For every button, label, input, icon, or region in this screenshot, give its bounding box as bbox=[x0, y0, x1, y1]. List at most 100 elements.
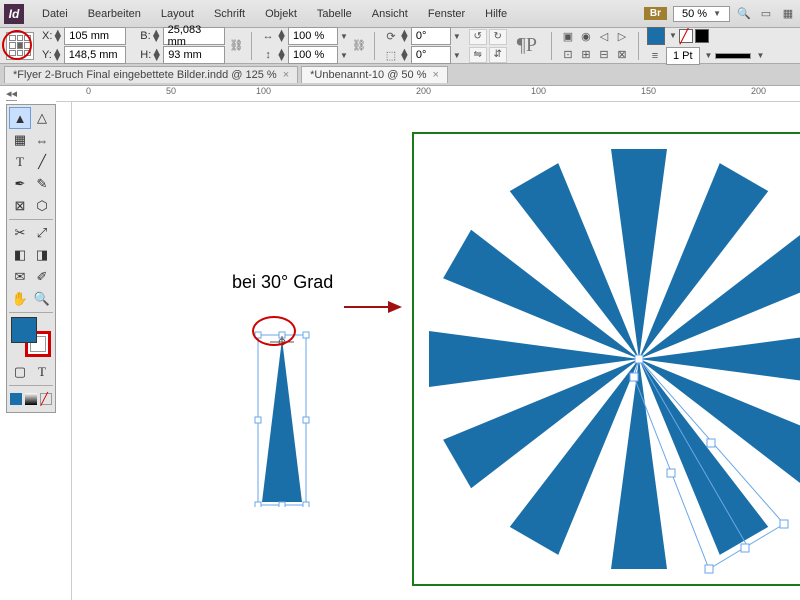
ruler-tick: 0 bbox=[86, 86, 91, 96]
arrow-icon bbox=[342, 297, 412, 317]
close-icon[interactable]: × bbox=[283, 69, 289, 81]
menu-bearbeiten[interactable]: Bearbeiten bbox=[78, 8, 151, 20]
zoom-tool[interactable]: 🔍 bbox=[31, 288, 53, 310]
arrange-icon[interactable]: ▦ bbox=[780, 6, 796, 22]
select-container-icon[interactable]: ▣ bbox=[560, 29, 576, 45]
x-label: X: bbox=[42, 30, 52, 42]
height-label: H: bbox=[140, 49, 151, 61]
y-field[interactable]: 148,5 mm bbox=[64, 46, 126, 64]
select-next-icon[interactable]: ▷ bbox=[614, 29, 630, 45]
gap-tool[interactable]: ⇔ bbox=[31, 129, 53, 151]
pencil-tool[interactable]: ✎ bbox=[31, 173, 53, 195]
app-logo: Id bbox=[4, 4, 24, 24]
fit-content-icon[interactable]: ⊡ bbox=[560, 47, 576, 63]
select-content-icon[interactable]: ◉ bbox=[578, 29, 594, 45]
rotate-field[interactable]: 0° bbox=[411, 27, 451, 45]
fill-proxy[interactable] bbox=[11, 317, 37, 343]
stroke-style-dropdown[interactable] bbox=[715, 53, 751, 59]
direct-selection-tool[interactable]: △ bbox=[31, 107, 53, 129]
stroke-weight-icon: ≡ bbox=[647, 48, 663, 64]
tab-label: *Flyer 2-Bruch Final eingebettete Bilder… bbox=[13, 69, 277, 81]
shear-icon: ⬚ bbox=[383, 47, 399, 63]
eyedropper-tool[interactable]: ✐ bbox=[31, 266, 53, 288]
ruler-tick: 100 bbox=[256, 86, 271, 96]
flip-horizontal-icon[interactable]: ⇋ bbox=[469, 47, 487, 63]
apply-none-icon[interactable]: ╱ bbox=[38, 388, 53, 410]
gradient-swatch-tool[interactable]: ◧ bbox=[9, 244, 31, 266]
ruler-tick: 100 bbox=[531, 86, 546, 96]
reference-point-picker[interactable] bbox=[6, 32, 34, 60]
fill-stroke-proxy[interactable] bbox=[11, 317, 51, 357]
constrain-wh-icon[interactable]: ⛓ bbox=[229, 39, 243, 52]
screen-mode-icon[interactable]: ▭ bbox=[758, 6, 774, 22]
rotate-cw-icon[interactable]: ↻ bbox=[489, 29, 507, 45]
annotation-circle bbox=[252, 316, 296, 346]
scale-y-icon: ↕ bbox=[260, 47, 276, 63]
apply-color-icon[interactable] bbox=[9, 388, 24, 410]
ruler-tick: 200 bbox=[416, 86, 431, 96]
chevron-down-icon: ▼ bbox=[713, 9, 721, 18]
tab-unbenannt[interactable]: *Unbenannt-10 @ 50 % × bbox=[301, 66, 448, 83]
menu-datei[interactable]: Datei bbox=[32, 8, 78, 20]
type-tool[interactable]: T bbox=[9, 151, 31, 173]
width-field[interactable]: 25,083 mm bbox=[163, 27, 225, 45]
y-label: Y: bbox=[42, 49, 52, 61]
paragraph-mode-icon[interactable]: ¶P bbox=[517, 34, 537, 57]
shear-field[interactable]: 0° bbox=[411, 46, 451, 64]
scale-x-icon: ↔ bbox=[260, 28, 276, 44]
height-field[interactable]: 93 mm bbox=[163, 46, 225, 64]
rotate-ccw-icon[interactable]: ↺ bbox=[469, 29, 487, 45]
triangle-object[interactable] bbox=[252, 327, 312, 507]
bridge-badge[interactable]: Br bbox=[644, 7, 667, 20]
vertical-ruler[interactable] bbox=[56, 102, 72, 600]
horizontal-ruler[interactable]: 0 50 100 200 100 150 200 bbox=[56, 86, 800, 102]
rectangle-tool[interactable]: ⬡ bbox=[31, 195, 53, 217]
none-swatch[interactable]: ╱ bbox=[679, 29, 693, 43]
stroke-weight-field[interactable]: 1 Pt bbox=[666, 47, 700, 65]
rotate-icon: ⟳ bbox=[383, 28, 399, 44]
flip-vertical-icon[interactable]: ⇵ bbox=[489, 47, 507, 63]
rectangle-frame-tool[interactable]: ⊠ bbox=[9, 195, 31, 217]
selection-tool[interactable]: ▲ bbox=[9, 107, 31, 129]
sunburst-result bbox=[412, 132, 800, 586]
scale-y-field[interactable]: 100 % bbox=[288, 46, 338, 64]
scissors-tool[interactable]: ✂ bbox=[9, 222, 31, 244]
black-swatch[interactable] bbox=[695, 29, 709, 43]
ruler-tick: 50 bbox=[166, 86, 176, 96]
menu-fenster[interactable]: Fenster bbox=[418, 8, 475, 20]
zoom-level-dropdown[interactable]: 50 % ▼ bbox=[673, 6, 730, 22]
tab-label: *Unbenannt-10 @ 50 % bbox=[310, 69, 426, 81]
canvas[interactable]: bei 30° Grad bbox=[72, 102, 800, 600]
search-icon[interactable]: 🔍 bbox=[736, 6, 752, 22]
formatting-text-icon[interactable]: T bbox=[31, 361, 53, 383]
constrain-scale-icon[interactable]: ⛓ bbox=[352, 39, 366, 52]
x-field[interactable]: 105 mm bbox=[64, 27, 126, 45]
line-tool[interactable]: ╱ bbox=[31, 151, 53, 173]
menu-bar: Id Datei Bearbeiten Layout Schrift Objek… bbox=[0, 0, 800, 28]
menu-hilfe[interactable]: Hilfe bbox=[475, 8, 517, 20]
fill-frame-icon[interactable]: ⊠ bbox=[614, 47, 630, 63]
apply-gradient-icon[interactable] bbox=[24, 388, 39, 410]
menu-schrift[interactable]: Schrift bbox=[204, 8, 255, 20]
note-tool[interactable]: ✉ bbox=[9, 266, 31, 288]
pen-tool[interactable]: ✒ bbox=[9, 173, 31, 195]
page-tool[interactable]: ▦ bbox=[9, 129, 31, 151]
scale-x-field[interactable]: 100 % bbox=[288, 27, 338, 45]
select-prev-icon[interactable]: ◁ bbox=[596, 29, 612, 45]
tab-flyer[interactable]: *Flyer 2-Bruch Final eingebettete Bilder… bbox=[4, 66, 298, 83]
free-transform-tool[interactable]: ⤢ bbox=[31, 222, 53, 244]
center-content-icon[interactable]: ⊟ bbox=[596, 47, 612, 63]
fill-swatch[interactable] bbox=[647, 27, 665, 45]
close-icon[interactable]: × bbox=[433, 69, 439, 81]
workspace: ◂◂ 0 50 100 200 100 150 200 ▲△ ▦⇔ T╱ ✒✎ … bbox=[0, 86, 800, 600]
menu-layout[interactable]: Layout bbox=[151, 8, 204, 20]
width-label: B: bbox=[140, 30, 150, 42]
ruler-tick: 150 bbox=[641, 86, 656, 96]
menu-ansicht[interactable]: Ansicht bbox=[362, 8, 418, 20]
menu-tabelle[interactable]: Tabelle bbox=[307, 8, 362, 20]
fit-frame-icon[interactable]: ⊞ bbox=[578, 47, 594, 63]
menu-objekt[interactable]: Objekt bbox=[255, 8, 307, 20]
formatting-container-icon[interactable]: ▢ bbox=[9, 361, 31, 383]
gradient-feather-tool[interactable]: ◨ bbox=[31, 244, 53, 266]
hand-tool[interactable]: ✋ bbox=[9, 288, 31, 310]
